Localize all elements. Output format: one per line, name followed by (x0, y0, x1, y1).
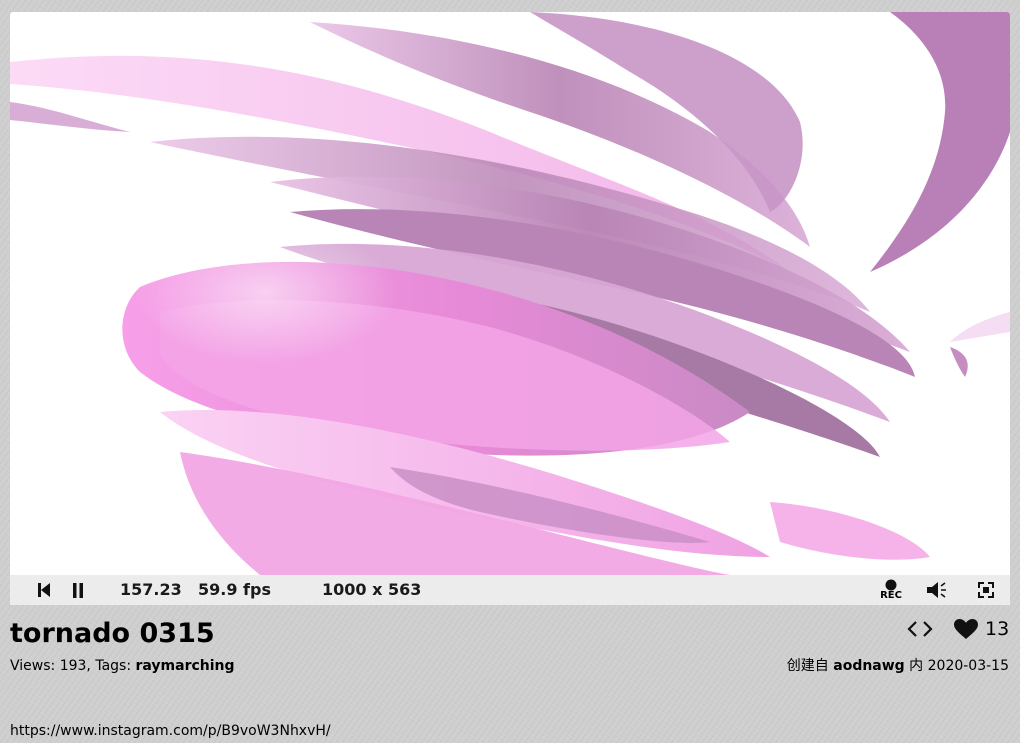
embed-code-button[interactable] (905, 616, 935, 642)
created-by-label: 创建自 (786, 658, 829, 674)
views-count: 193 (59, 658, 87, 674)
player-controls-bar: 157.23 59.9 fps 1000 x 563 REC (10, 575, 1010, 605)
like-count: 13 (985, 618, 1010, 640)
shader-stats: Views: 193, Tags: raymarching (10, 658, 235, 674)
pause-button[interactable] (68, 575, 88, 605)
fullscreen-button[interactable] (974, 575, 998, 605)
pause-icon (73, 582, 83, 598)
time-readout: 157.23 (120, 580, 182, 599)
shader-canvas[interactable] (10, 12, 1010, 575)
shader-player: 157.23 59.9 fps 1000 x 563 REC (10, 12, 1010, 605)
like-widget: 13 (953, 615, 1009, 643)
skip-back-icon (38, 583, 50, 597)
record-button[interactable]: REC (876, 575, 906, 605)
rewind-button[interactable] (34, 575, 54, 605)
views-label: Views: (10, 658, 56, 674)
tag-link-raymarching[interactable]: raymarching (136, 658, 235, 674)
author-byline: 创建自 aodnawg 内 2020-03-15 (787, 656, 1009, 676)
volume-icon (927, 582, 946, 598)
author-link[interactable]: aodnawg (833, 658, 904, 674)
created-date: 2020-03-15 (927, 658, 1009, 674)
fullscreen-icon (978, 582, 994, 598)
date-prefix: 内 (909, 658, 924, 674)
heart-icon[interactable] (953, 618, 979, 640)
resolution-readout: 1000 x 563 (322, 580, 422, 599)
volume-button[interactable] (924, 575, 950, 605)
tornado-render (10, 12, 1010, 575)
fps-readout: 59.9 fps (198, 580, 271, 599)
tags-label: Tags: (95, 658, 132, 674)
shader-title: tornado 0315 (10, 618, 215, 649)
code-brackets-icon (907, 621, 933, 637)
record-label: REC (880, 590, 902, 601)
description-link[interactable]: https://www.instagram.com/p/B9voW3NhxvH/ (10, 721, 331, 741)
